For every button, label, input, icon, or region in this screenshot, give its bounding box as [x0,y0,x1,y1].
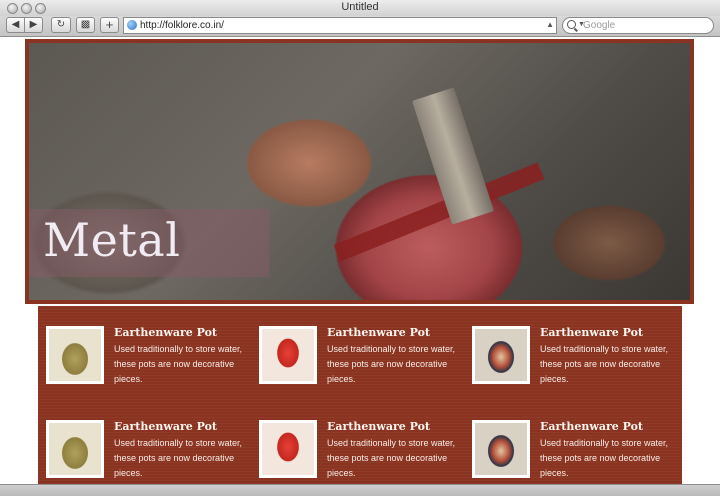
chevron-up-down-icon[interactable]: ▲ [546,20,554,29]
product-description: Used traditionally to store water, these… [114,344,243,384]
product-card[interactable]: Earthenware Pot Used traditionally to st… [472,326,682,390]
search-field[interactable]: ▼ Google [562,17,714,34]
hammer [411,87,495,225]
vase-image [49,423,101,475]
product-description: Used traditionally to store water, these… [327,344,456,384]
product-card[interactable]: Earthenware Pot Used traditionally to st… [259,326,469,390]
product-description: Used traditionally to store water, these… [540,344,669,384]
url-text[interactable]: http://folklore.co.in/ [140,20,224,31]
globe-icon [127,20,137,30]
arrow-right-icon: ▶ [29,19,38,30]
product-thumbnail[interactable] [472,420,530,478]
product-description: Used traditionally to store water, these… [540,438,669,478]
product-card[interactable]: Earthenware Pot Used traditionally to st… [46,420,256,484]
product-thumbnail[interactable] [46,420,104,478]
reload-icon: ↻ [56,19,66,30]
image-icon: ▩ [80,19,91,30]
hero-banner: Metal [25,39,694,304]
forward-button[interactable]: ▶ [24,17,43,33]
product-title[interactable]: Earthenware Pot [540,420,643,433]
browser-toolbar: ◀ ▶ ↻ ▩ + http://folklore.co.in/ ▲ ▼ Goo… [0,16,720,37]
reload-button[interactable]: ↻ [51,17,71,33]
product-description: Used traditionally to store water, these… [114,438,243,478]
search-placeholder: Google [583,20,616,31]
product-title[interactable]: Earthenware Pot [114,420,217,433]
product-thumbnail[interactable] [259,420,317,478]
red-mask-image [262,423,314,475]
product-card[interactable]: Earthenware Pot Used traditionally to st… [46,326,256,390]
search-icon [567,20,576,29]
product-description: Used traditionally to store water, these… [327,438,456,478]
hero-image: Metal [29,43,690,300]
window-title: Untitled [341,1,379,13]
product-title[interactable]: Earthenware Pot [327,420,430,433]
arrow-left-icon: ◀ [11,19,20,30]
snapback-button[interactable]: ▩ [76,17,95,33]
address-bar[interactable]: http://folklore.co.in/ ▲ [123,17,557,34]
vase-image [49,329,101,381]
product-thumbnail[interactable] [472,326,530,384]
add-bookmark-button[interactable]: + [100,17,119,33]
product-card[interactable]: Earthenware Pot Used traditionally to st… [259,420,469,484]
product-thumbnail[interactable] [46,326,104,384]
mask-image [475,423,527,475]
mask-image [475,329,527,381]
product-thumbnail[interactable] [259,326,317,384]
product-title[interactable]: Earthenware Pot [114,326,217,339]
window-titlebar: Untitled [0,0,720,17]
product-title[interactable]: Earthenware Pot [540,326,643,339]
red-mask-image [262,329,314,381]
product-grid: Earthenware Pot Used traditionally to st… [38,306,682,484]
product-title[interactable]: Earthenware Pot [327,326,430,339]
page-content: Metal Earthenware Pot Used traditionally… [0,37,720,484]
back-button[interactable]: ◀ [6,17,25,33]
status-bar [0,484,720,496]
product-card[interactable]: Earthenware Pot Used traditionally to st… [472,420,682,484]
hero-title: Metal [43,213,181,267]
